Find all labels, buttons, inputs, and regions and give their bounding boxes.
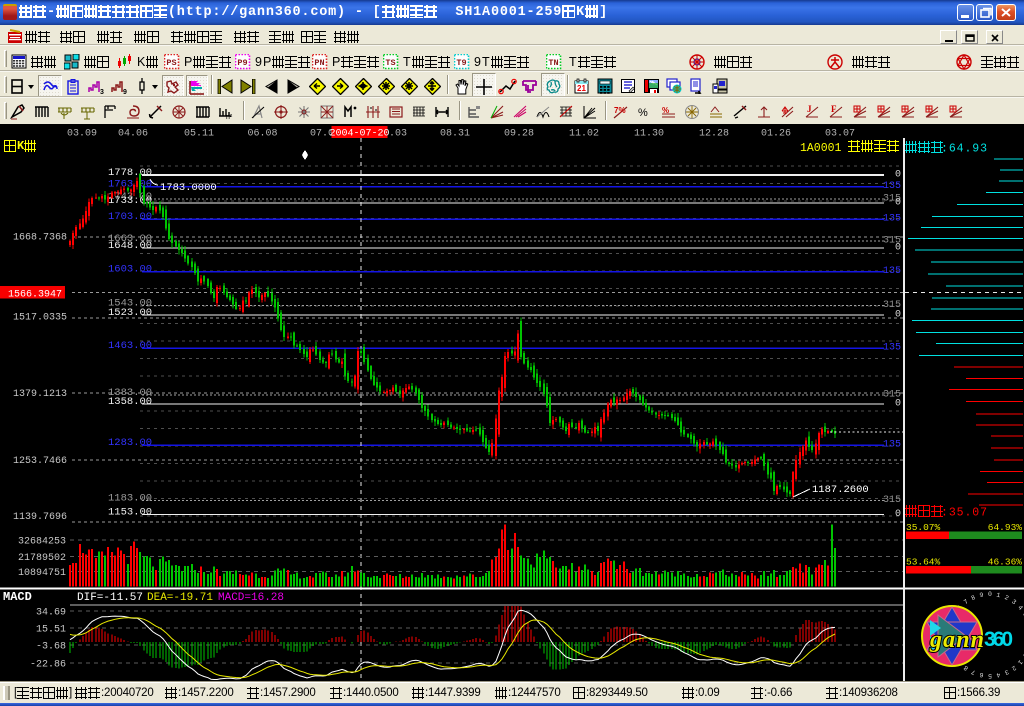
svg-text:0: 0 <box>895 170 901 181</box>
svg-text:35.07%: 35.07% <box>906 522 941 533</box>
svg-text:1283.00: 1283.00 <box>108 437 152 449</box>
svg-text:TN: TN <box>548 58 558 68</box>
svg-text:1253.7466: 1253.7466 <box>13 456 67 467</box>
svg-text:1379.1213: 1379.1213 <box>13 389 67 400</box>
svg-text:1733.00: 1733.00 <box>108 195 152 207</box>
svg-text:03.09: 03.09 <box>67 129 97 140</box>
svg-text:1668.7368: 1668.7368 <box>13 233 67 244</box>
svg-text:11.02: 11.02 <box>569 129 599 140</box>
svg-text:12.28: 12.28 <box>699 129 729 140</box>
svg-text:06.08: 06.08 <box>247 129 277 140</box>
svg-text:0: 0 <box>895 509 901 520</box>
svg-text:135: 135 <box>883 266 901 277</box>
svg-text:0: 0 <box>988 591 992 598</box>
svg-text:7%: 7% <box>614 106 626 115</box>
svg-text:01.26: 01.26 <box>761 129 791 140</box>
svg-text:135: 135 <box>883 343 901 354</box>
svg-text:TS: TS <box>385 58 395 68</box>
svg-text:11.30: 11.30 <box>634 129 664 140</box>
svg-text:1703.00: 1703.00 <box>108 211 152 223</box>
svg-text:0: 0 <box>895 243 901 254</box>
svg-text:03.07: 03.07 <box>825 129 855 140</box>
svg-text:gann: gann <box>929 627 984 653</box>
svg-text:F: F <box>831 104 837 114</box>
svg-text:1183.00: 1183.00 <box>108 493 152 505</box>
svg-text:135: 135 <box>883 181 901 192</box>
svg-text::64.93: :64.93 <box>941 143 987 156</box>
svg-text:1763.00: 1763.00 <box>108 179 152 191</box>
svg-text:21789502: 21789502 <box>18 553 66 564</box>
svg-text:%: % <box>662 106 669 115</box>
svg-text:1A0001: 1A0001 <box>800 142 842 155</box>
svg-text:32684253: 32684253 <box>18 537 66 548</box>
svg-text:9: 9 <box>123 89 127 95</box>
svg-text:09.28: 09.28 <box>504 129 534 140</box>
svg-text:P9: P9 <box>237 58 247 68</box>
svg-text:2004-07-20: 2004-07-20 <box>329 129 389 140</box>
svg-text:08.31: 08.31 <box>440 129 470 140</box>
svg-text:1648.00: 1648.00 <box>108 240 152 252</box>
svg-text:3: 3 <box>100 89 104 95</box>
svg-text:1463.00: 1463.00 <box>108 340 152 352</box>
svg-text:1139.7696: 1139.7696 <box>13 512 67 523</box>
svg-text:J: J <box>807 104 812 114</box>
svg-text:64.93%: 64.93% <box>988 522 1023 533</box>
svg-text:05.11: 05.11 <box>184 129 214 140</box>
svg-text:0: 0 <box>895 198 901 209</box>
svg-text:10894751: 10894751 <box>18 568 66 579</box>
svg-text:%: % <box>638 107 648 119</box>
svg-text:MACD=16.28: MACD=16.28 <box>218 592 284 604</box>
svg-text:34.69: 34.69 <box>36 608 66 619</box>
svg-text:15.51: 15.51 <box>36 625 66 636</box>
svg-text:53.64%: 53.64% <box>906 557 941 568</box>
svg-text:T9: T9 <box>456 58 466 68</box>
svg-text:1566.3947: 1566.3947 <box>8 290 62 301</box>
svg-text:360: 360 <box>984 628 1013 651</box>
svg-text:DEA=-19.71: DEA=-19.71 <box>147 592 213 604</box>
svg-text:DIF=-11.57: DIF=-11.57 <box>77 592 143 604</box>
svg-text:1153.00: 1153.00 <box>108 507 152 519</box>
svg-text::35.07: :35.07 <box>941 507 987 520</box>
svg-text:135: 135 <box>883 440 901 451</box>
svg-text:04.06: 04.06 <box>118 129 148 140</box>
svg-text:1603.00: 1603.00 <box>108 264 152 276</box>
svg-text:-22.86: -22.86 <box>30 660 66 671</box>
svg-text:-3.68: -3.68 <box>36 642 66 653</box>
svg-text:1783.0000: 1783.0000 <box>160 182 217 194</box>
svg-text:PN: PN <box>314 58 324 68</box>
svg-text:1778.00: 1778.00 <box>108 167 152 179</box>
svg-text:315: 315 <box>883 495 901 506</box>
svg-text:5: 5 <box>988 672 992 679</box>
svg-text:135: 135 <box>883 214 901 225</box>
svg-text:n²: n² <box>226 114 233 120</box>
svg-text:1523.00: 1523.00 <box>108 307 152 319</box>
svg-text:MACD: MACD <box>3 590 32 604</box>
svg-text:1517.0335: 1517.0335 <box>13 313 67 324</box>
svg-text:0: 0 <box>895 310 901 321</box>
svg-text:1187.2600: 1187.2600 <box>812 484 869 496</box>
svg-text:1358.00: 1358.00 <box>108 396 152 408</box>
svg-text:46.36%: 46.36% <box>988 557 1023 568</box>
svg-text:.03: .03 <box>389 129 407 140</box>
svg-text:PS: PS <box>166 58 176 68</box>
svg-text:21: 21 <box>577 84 586 93</box>
svg-text:0: 0 <box>895 399 901 410</box>
